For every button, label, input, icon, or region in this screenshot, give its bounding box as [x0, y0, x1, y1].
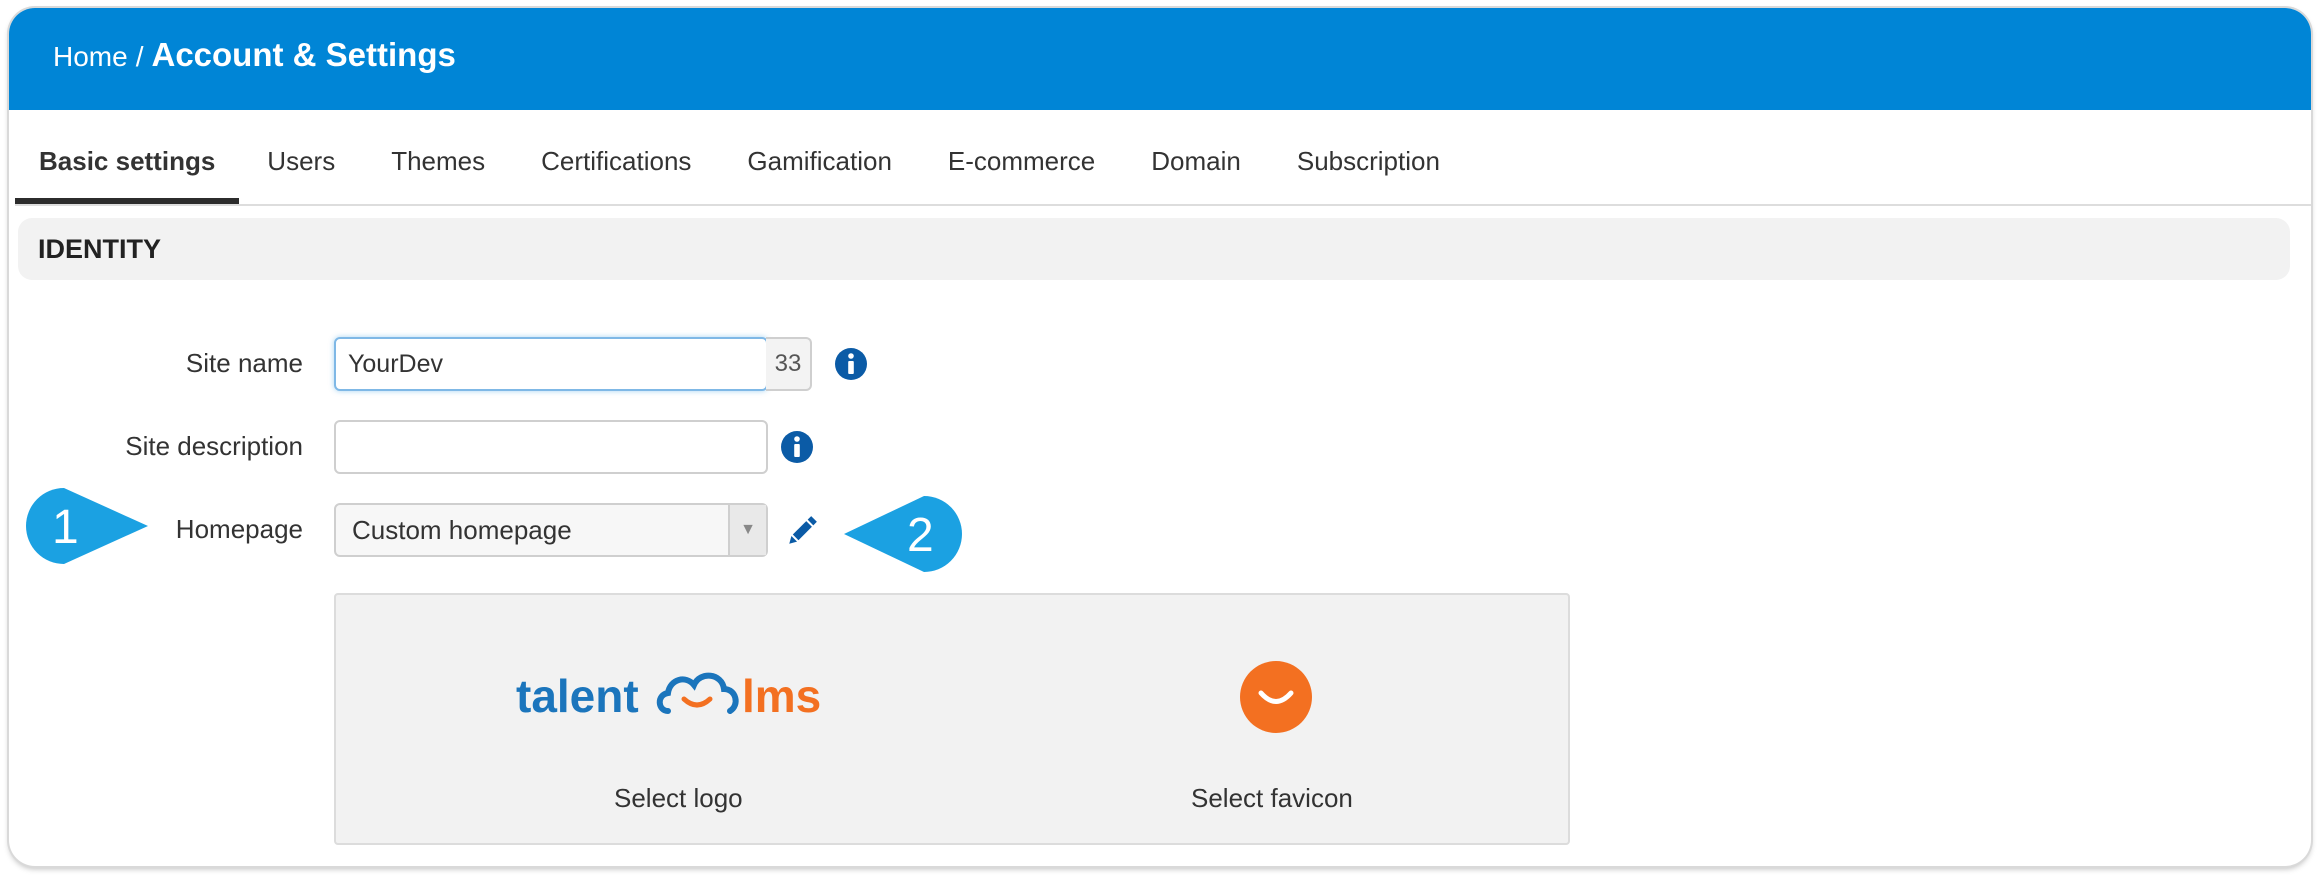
settings-card: Home / Account & Settings Basic settings… [9, 8, 2311, 866]
site-name-label: Site name [185, 348, 303, 378]
site-description-input[interactable] [334, 420, 768, 474]
favicon-smiley-icon[interactable] [1239, 660, 1313, 734]
caret-down-icon[interactable]: ▼ [728, 505, 766, 555]
logo-favicon-panel: talent lms Select logo Select favicon [334, 593, 1570, 845]
tab-basic-settings[interactable]: Basic settings [15, 120, 240, 204]
tab-e-commerce[interactable]: E-commerce [920, 120, 1123, 204]
page-title: Account & Settings [151, 36, 456, 73]
tab-gamification[interactable]: Gamification [719, 120, 920, 204]
tab-certifications[interactable]: Certifications [513, 120, 719, 204]
callout-1-marker [26, 488, 148, 564]
tab-themes[interactable]: Themes [363, 120, 513, 204]
tab-domain[interactable]: Domain [1123, 120, 1269, 204]
site-name-char-counter: 33 [766, 337, 812, 391]
identity-section-header: IDENTITY [18, 218, 2290, 280]
site-description-label: Site description [125, 431, 303, 461]
homepage-select[interactable]: Custom homepage ▼ [334, 503, 768, 557]
site-name-info-icon[interactable] [834, 347, 868, 381]
callout-1-number: 1 [52, 501, 79, 554]
logo-text-left: talent [516, 670, 639, 722]
select-favicon-link[interactable]: Select favicon [1191, 783, 1353, 814]
settings-tabs: Basic settings Users Themes Certificatio… [15, 120, 2311, 206]
homepage-selected-value: Custom homepage [352, 515, 572, 545]
callout-2-marker [844, 496, 962, 572]
page-header: Home / Account & Settings [9, 8, 2311, 110]
talentlms-logo[interactable]: talent lms [516, 665, 856, 725]
site-name-input[interactable] [334, 337, 768, 391]
logo-text-right: lms [742, 670, 821, 722]
breadcrumb-home-link[interactable]: Home [53, 41, 128, 73]
breadcrumb-separator: / [135, 41, 144, 72]
pencil-icon[interactable] [783, 512, 821, 550]
tab-subscription[interactable]: Subscription [1269, 120, 1468, 204]
tab-users[interactable]: Users [239, 120, 363, 204]
callout-2-number: 2 [907, 509, 934, 562]
site-description-info-icon[interactable] [780, 430, 814, 464]
breadcrumb: Home / Account & Settings [53, 36, 456, 74]
select-logo-link[interactable]: Select logo [614, 783, 743, 814]
section-title: IDENTITY [38, 234, 162, 264]
